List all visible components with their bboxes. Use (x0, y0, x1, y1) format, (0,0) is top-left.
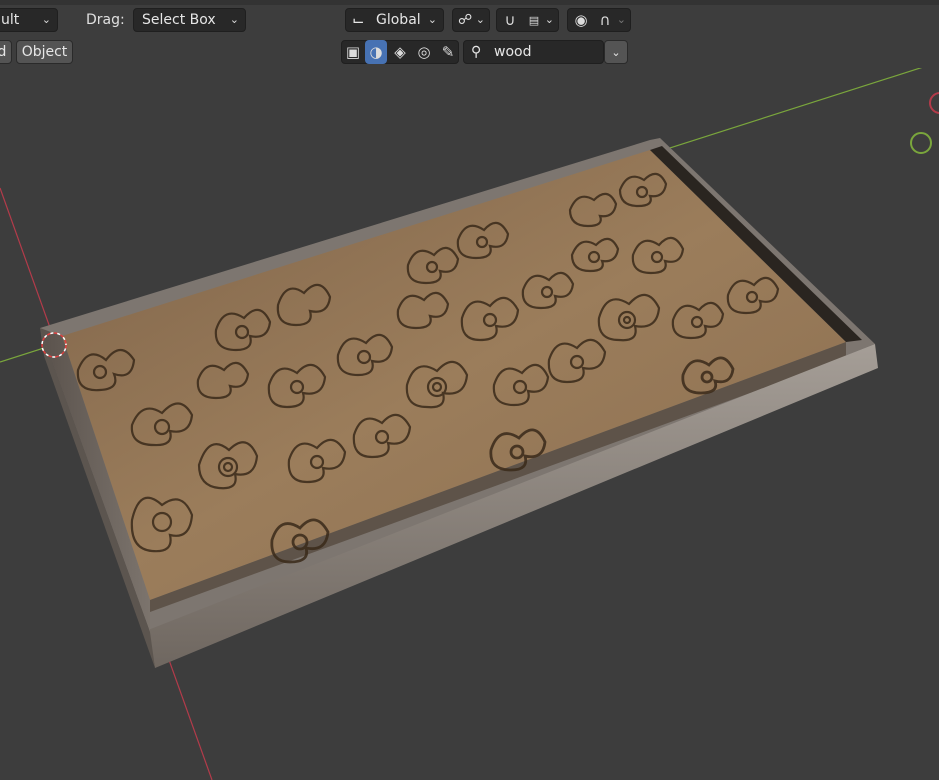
filter-mode-group: ▣ ◑ ◈ ◎ ✎ (341, 40, 459, 64)
snapping-group: ∪ ▤ ⌄ (496, 8, 559, 32)
chevron-down-icon: ⌄ (41, 13, 51, 26)
object-menu-label: Object (21, 44, 68, 60)
viewport-scene (0, 68, 939, 780)
axes-icon: ⌙ (352, 11, 365, 29)
chevron-down-icon: ⌄ (611, 46, 621, 59)
link-icon: ☍ (458, 12, 473, 28)
gizmo-x-axis[interactable] (929, 92, 939, 114)
chevron-down-icon[interactable]: ⌄ (545, 9, 554, 31)
increment-icon[interactable]: ▤ (523, 8, 545, 32)
pivot-dropdown[interactable]: ult ⌄ (0, 8, 58, 32)
proportional-dot-icon[interactable]: ◉ (570, 8, 592, 32)
falloff-curve-icon[interactable]: ∩ (594, 8, 616, 32)
search-dropdown-button[interactable]: ⌄ (604, 40, 628, 64)
transform-orientation-value: Global (376, 12, 421, 28)
drag-select-value: Select Box (142, 12, 216, 28)
object-menu[interactable]: Object (16, 40, 73, 64)
search-field-value: wood (494, 44, 532, 60)
transform-orientation-dropdown[interactable]: ⌙ Global ⌄ (345, 8, 444, 32)
mode-menu-partial[interactable]: d (0, 40, 12, 64)
chevron-down-icon[interactable]: ⌄ (617, 9, 626, 31)
cube-icon[interactable]: ▣ (342, 40, 364, 64)
pivot-dropdown-value: ult (1, 12, 20, 28)
header-toolbar: ult ⌄ Drag: Select Box ⌄ ⌙ Global ⌄ ☍ ⌄ … (0, 0, 939, 68)
drag-select-dropdown[interactable]: Select Box ⌄ (133, 8, 246, 32)
drag-label: Drag: (86, 12, 125, 28)
search-field[interactable]: ⚲ wood (463, 40, 604, 64)
brush-icon[interactable]: ✎ (437, 40, 459, 64)
material-sphere-icon[interactable]: ◑ (365, 40, 387, 64)
chevron-down-icon: ⌄ (229, 13, 239, 26)
world-icon[interactable]: ◎ (413, 40, 435, 64)
mode-menu-label: d (0, 44, 7, 60)
chevron-down-icon: ⌄ (427, 13, 437, 26)
proportional-editing-group: ◉ ∩ ⌄ (567, 8, 631, 32)
search-icon: ⚲ (471, 44, 482, 60)
3d-viewport[interactable] (0, 68, 939, 780)
texture-drop-icon[interactable]: ◈ (389, 40, 411, 64)
chevron-down-icon: ⌄ (475, 13, 485, 26)
pivot-point-dropdown[interactable]: ☍ ⌄ (452, 8, 490, 32)
gizmo-y-axis[interactable] (910, 132, 932, 154)
magnet-icon[interactable]: ∪ (499, 8, 521, 32)
